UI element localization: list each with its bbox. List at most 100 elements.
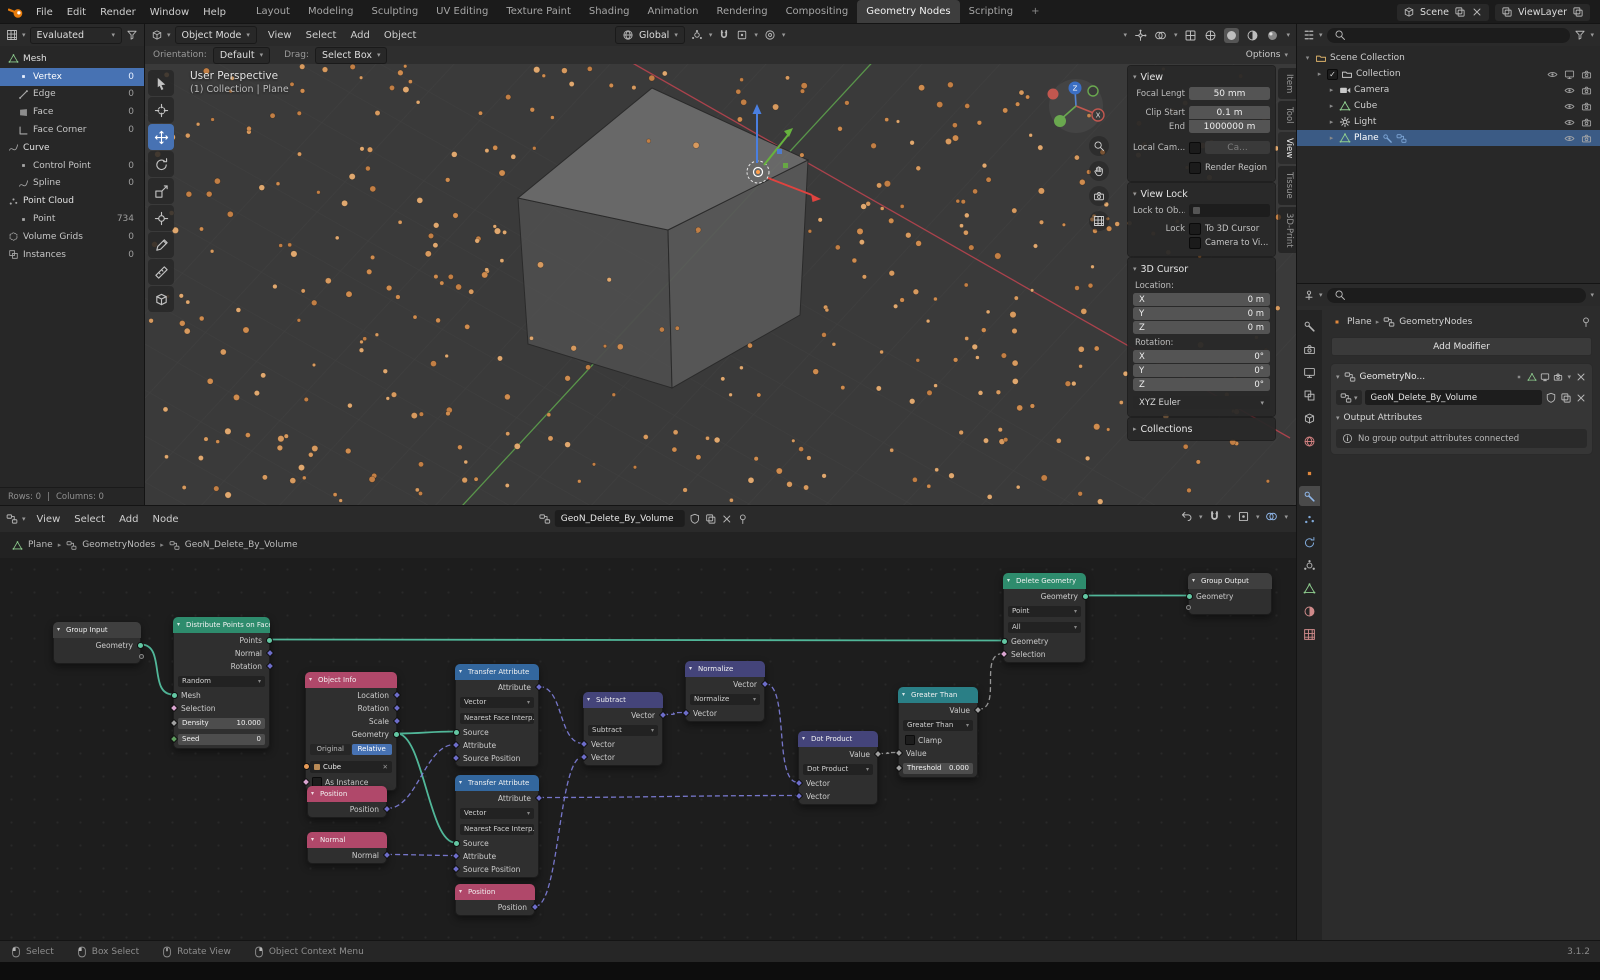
fake-user-button[interactable] [689,513,701,525]
toggle-relative[interactable]: Relative [351,744,392,755]
workspace-tab-scripting[interactable]: Scripting [960,0,1022,24]
local-camera-checkbox[interactable] [1189,141,1201,154]
gizmo-icon[interactable] [1134,29,1147,42]
node-dropdown-dot-product[interactable]: Dot Product ▾ [803,763,873,775]
tool-annotate-button[interactable] [148,232,174,258]
expander-icon[interactable]: ▾ [1303,54,1312,62]
breadcrumb-object[interactable]: Plane [1347,317,1372,327]
node-header-transfer-2[interactable]: ▾ Transfer Attribute [455,775,539,791]
node-header-dot-product[interactable]: ▾ Dot Product [798,731,878,747]
transform-orientation-dropdown[interactable]: Global ▾ [615,26,685,44]
snap-target-icon[interactable] [1237,510,1250,523]
sidebar-tab-tool[interactable]: Tool [1278,101,1296,130]
node-header-subtract[interactable]: ▾ Subtract [583,692,663,708]
node-dropdown-point[interactable]: Point ▾ [1008,605,1081,617]
overlays-icon[interactable] [1265,510,1278,523]
spreadsheet-row-vertex[interactable]: Vertex 0 [0,67,144,86]
properties-tab-render[interactable] [1299,339,1320,359]
eye-toggle-icon[interactable] [1564,101,1575,112]
remove-modifier-icon[interactable] [1575,371,1587,383]
expander-icon[interactable]: ▸ [1327,134,1336,142]
viewport-menu-view[interactable]: View [261,30,299,41]
camera-to-view-checkbox[interactable] [1189,237,1201,249]
tool-transform-button[interactable] [148,205,174,231]
node-transfer-1[interactable]: ▾ Transfer Attribute Attribute Vector ▾ Neare… [451,664,543,767]
workspace-tab-rendering[interactable]: Rendering [707,0,776,24]
sidebar-tab-item[interactable]: Item [1278,68,1296,100]
socket-geometry[interactable] [1081,593,1089,600]
properties-tab-tool[interactable] [1299,316,1320,336]
spreadsheet-row-spline[interactable]: Spline 0 [0,175,144,193]
node-header-normal-1[interactable]: ▾ Normal [307,832,387,848]
properties-tab-object[interactable] [1299,463,1320,483]
node-canvas[interactable]: ▾ Group Input Geometry ▾ Distribute Points o… [0,558,1296,941]
viewport-menu-select[interactable]: Select [299,30,344,41]
shading-material-icon[interactable] [1246,29,1259,42]
socket-mesh[interactable] [170,692,178,699]
expander-icon[interactable]: ▸ [1315,70,1324,78]
lock-3d-cursor-checkbox[interactable] [1189,223,1201,235]
menu-edit[interactable]: Edit [60,7,93,18]
socket-geometry[interactable] [1000,638,1008,645]
node-distribute[interactable]: ▾ Distribute Points on Faces Points Normal R… [169,617,274,749]
eye-toggle-icon[interactable] [1564,85,1575,96]
editor-type-icon[interactable] [1303,289,1315,301]
magnet-icon[interactable] [1208,510,1221,523]
socket-virtual[interactable] [302,763,310,770]
node-header-group-input[interactable]: ▾ Group Input [53,622,141,638]
display-toggle-0-icon[interactable] [1514,372,1524,382]
workspace-tab-layout[interactable]: Layout [247,0,299,24]
toggle-original[interactable]: Original [310,744,351,755]
cursor-location-y-field[interactable]: Y0 m [1133,307,1270,320]
lock-object-field[interactable] [1189,204,1270,217]
breadcrumb-plane[interactable]: Plane [28,540,53,550]
node-header-delete-geometry[interactable]: ▾ Delete Geometry [1003,573,1086,589]
spreadsheet-row-curve[interactable]: Curve [0,139,144,157]
menu-file[interactable]: File [29,7,60,18]
breadcrumb-modifier[interactable]: GeometryNodes [1399,317,1472,327]
workspace-tab-compositing[interactable]: Compositing [777,0,858,24]
properties-tab-physics[interactable] [1299,532,1320,552]
parent-tree-icon[interactable] [1180,510,1193,523]
socket-source[interactable] [452,729,460,736]
node-dropdown-vector[interactable]: Vector ▾ [460,696,534,708]
display-toggle-2-icon[interactable] [1540,372,1550,382]
node-group-name-field[interactable]: GeoN_Delete_By_Volume [1364,390,1542,405]
node-header-position-1[interactable]: ▾ Position [307,786,387,802]
copy-scene-icon[interactable] [1454,6,1466,18]
unlink-scene-icon[interactable] [1471,6,1483,18]
spreadsheet-row-instances[interactable]: Instances 0 [0,246,144,264]
view-layer-selector[interactable]: ViewLayer [1494,3,1590,21]
node-dropdown-vector[interactable]: Vector ▾ [460,807,534,819]
node-dropdown-nearest-face-interp[interactable]: Nearest Face Interp...▾ [460,712,534,724]
spreadsheet-row-edge[interactable]: Edge 0 [0,86,144,104]
screen-toggle-icon[interactable] [1564,69,1575,80]
workspace-tab-texture-paint[interactable]: Texture Paint [497,0,580,24]
expander-icon[interactable]: ▸ [1327,118,1336,126]
clip-end-field[interactable]: 1000000 m [1189,120,1270,133]
outliner-row-plane[interactable]: ▸ Plane [1297,130,1600,146]
hand-nav-icon[interactable] [1089,161,1109,181]
shading-wire-icon[interactable] [1204,29,1217,42]
camera-toggle-icon[interactable] [1581,101,1592,112]
sidebar-tab-tissue[interactable]: Tissue [1278,166,1296,205]
zoom-nav-icon[interactable] [1089,136,1109,156]
node-dropdown-nearest-face-interp[interactable]: Nearest Face Interp...▾ [460,823,534,835]
eye-toggle-icon[interactable] [1564,117,1575,128]
socket-virtual[interactable] [138,653,144,659]
properties-tab-world[interactable] [1299,431,1320,451]
drag-dropdown[interactable]: Select Box ▾ [314,46,388,64]
properties-tab-scene[interactable] [1299,408,1320,428]
socket-source[interactable] [452,840,460,847]
editor-type-icon[interactable] [6,29,18,41]
panel-3d-cursor-header[interactable]: ▾ 3D Cursor [1133,261,1270,277]
menu-render[interactable]: Render [93,7,143,18]
node-header-normalize[interactable]: ▾ Normalize [685,661,765,677]
socket-geometry[interactable] [392,731,400,738]
socket-virtual[interactable] [1185,604,1191,610]
properties-tab-texture[interactable] [1299,624,1320,644]
snap-magnet-icon[interactable] [718,29,730,41]
panel-view-header[interactable]: ▾ View [1133,69,1270,85]
outliner-search-input[interactable] [1326,27,1571,43]
camera-nav-icon[interactable] [1089,186,1109,206]
